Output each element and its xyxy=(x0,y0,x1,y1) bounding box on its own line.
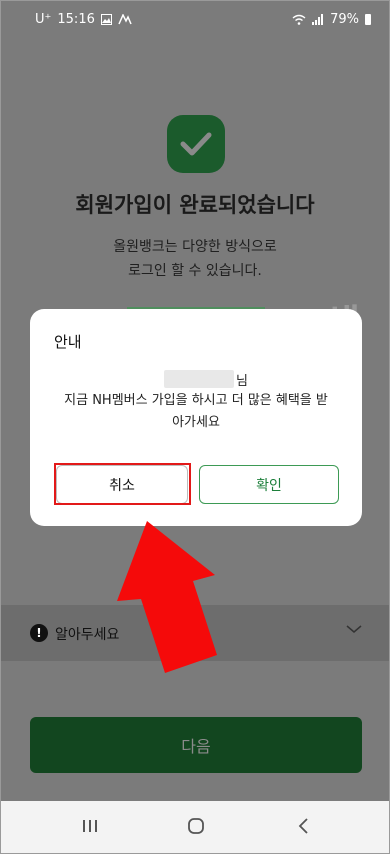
recent-apps-icon[interactable] xyxy=(81,817,99,835)
next-button[interactable]: 다음 xyxy=(30,717,362,773)
signal-icon xyxy=(312,14,324,25)
cancel-button[interactable]: 취소 xyxy=(56,465,188,504)
redacted-username xyxy=(164,370,234,388)
back-icon[interactable] xyxy=(295,817,313,835)
phone-screen: U⁺ 15:16 79% 회원가입이 완료되었습니다 올원뱅크는 다양한 방식으… xyxy=(0,0,390,854)
name-suffix: 님 xyxy=(236,374,248,389)
status-right: 79% xyxy=(292,12,371,27)
confirm-button[interactable]: 확인 xyxy=(199,465,339,504)
app-notification-icon xyxy=(118,14,132,25)
pointer-arrow-icon xyxy=(117,521,217,673)
carrier-label: U⁺ xyxy=(35,12,52,27)
page-title: 회원가입이 완료되었습니다 xyxy=(75,193,315,217)
battery-icon xyxy=(365,14,371,25)
page-subtitle: 올원뱅크는 다양한 방식으로 로그인 할 수 있습니다. xyxy=(1,235,389,283)
dialog-title: 안내 xyxy=(54,333,82,351)
notice-dialog: 안내 님 지금 NH멤버스 가입을 하시고 더 많은 혜택을 받 아가세요 취소… xyxy=(30,309,362,526)
subtitle-line-2: 로그인 할 수 있습니다. xyxy=(128,263,262,279)
exclamation-icon: ! xyxy=(30,624,48,642)
chevron-down-icon xyxy=(346,625,362,633)
clock: 15:16 xyxy=(57,12,95,27)
notice-label: 알아두세요 xyxy=(55,627,120,643)
dialog-message-line-2: 아가세요 xyxy=(172,415,220,430)
navigation-bar xyxy=(1,801,389,853)
dialog-message-line-1: 지금 NH멤버스 가입을 하시고 더 많은 혜택을 받 xyxy=(64,393,328,408)
subtitle-line-1: 올원뱅크는 다양한 방식으로 xyxy=(113,239,277,255)
status-left: U⁺ 15:16 xyxy=(35,12,132,27)
dialog-message: 지금 NH멤버스 가입을 하시고 더 많은 혜택을 받 아가세요 xyxy=(44,390,348,434)
wifi-icon xyxy=(292,14,306,25)
check-icon xyxy=(167,115,225,173)
status-bar: U⁺ 15:16 79% xyxy=(1,1,389,37)
home-icon[interactable] xyxy=(187,817,205,835)
battery-percent: 79% xyxy=(330,12,359,27)
gallery-icon xyxy=(100,14,112,25)
